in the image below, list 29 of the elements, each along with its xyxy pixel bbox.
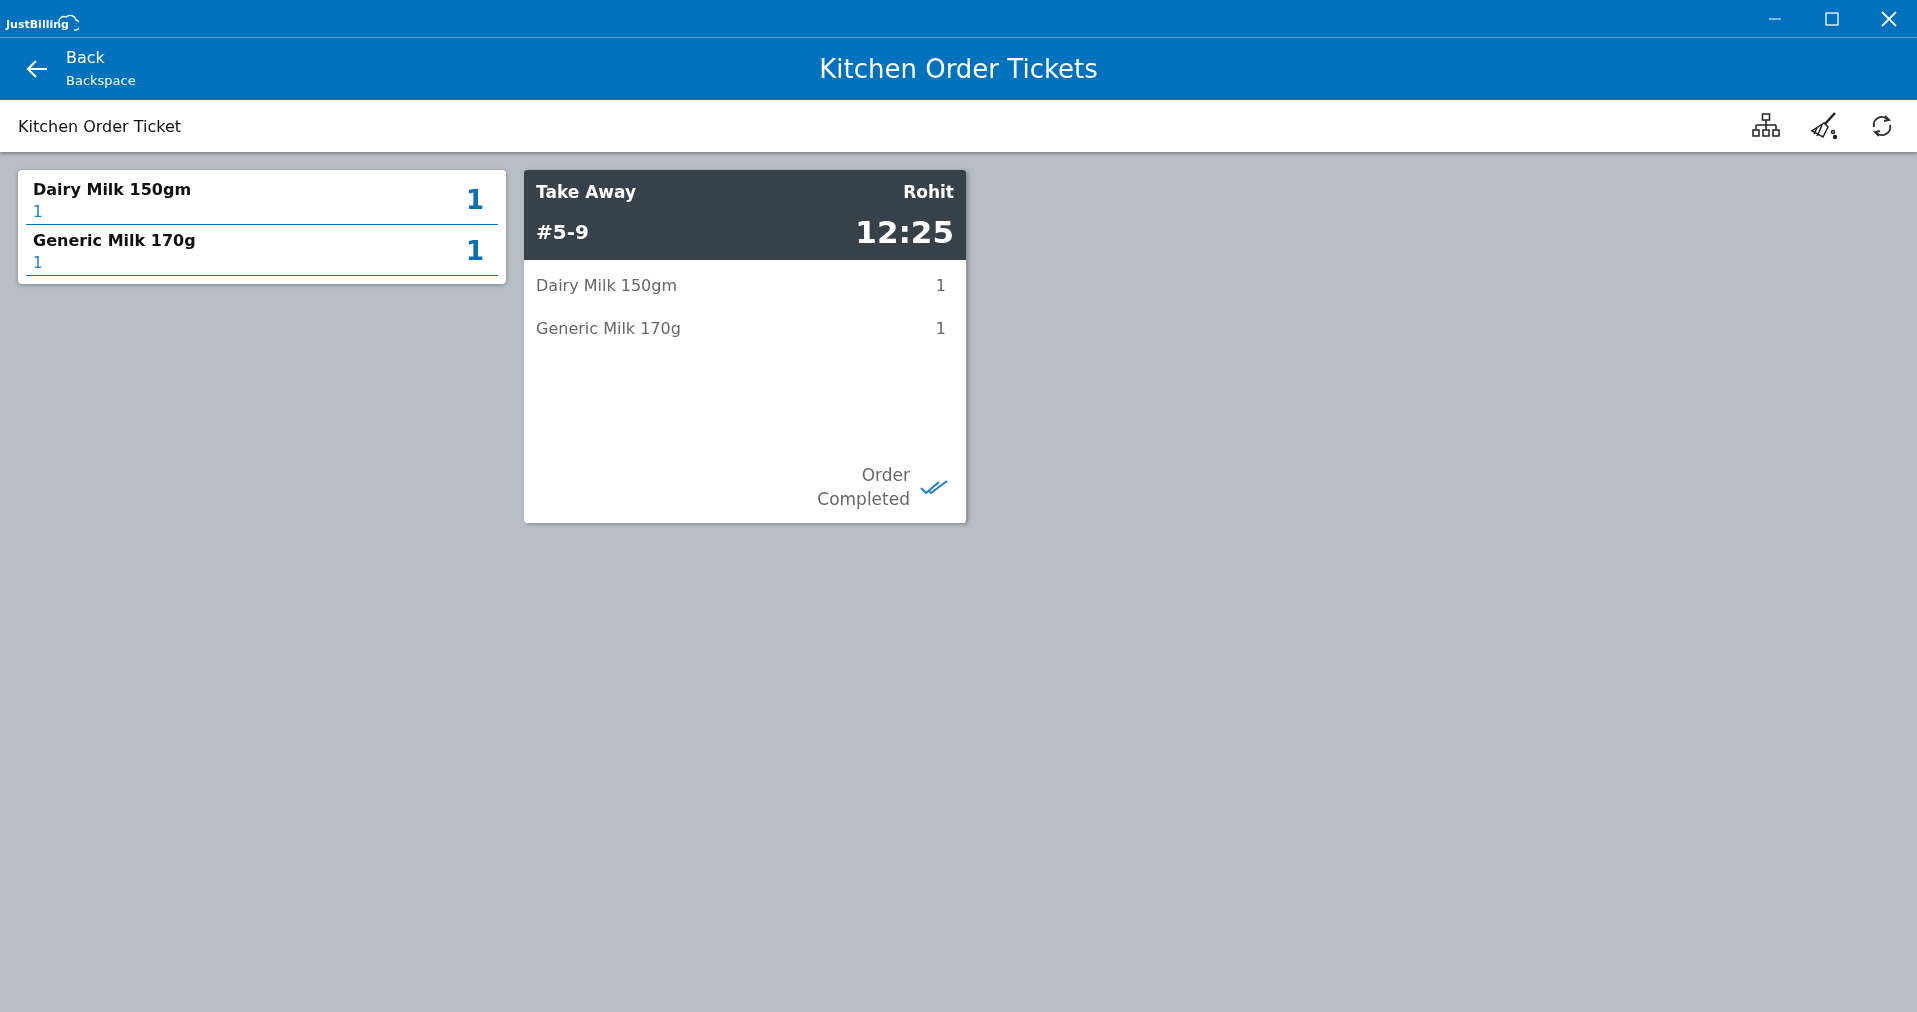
item-quantity: 1 bbox=[465, 236, 484, 266]
back-button[interactable]: Back Backspace bbox=[0, 46, 136, 92]
item-name: Dairy Milk 150gm bbox=[33, 179, 192, 201]
item-sub-quantity: 1 bbox=[33, 202, 44, 222]
maximize-icon bbox=[1824, 11, 1839, 26]
page-title: Kitchen Order Tickets bbox=[819, 54, 1098, 84]
broom-icon bbox=[1809, 112, 1839, 140]
hierarchy-icon bbox=[1752, 113, 1780, 139]
refresh-icon bbox=[1870, 113, 1894, 139]
shortcut-hint: Backspace bbox=[66, 72, 136, 90]
double-check-icon bbox=[920, 478, 948, 496]
item-name: Generic Milk 170g bbox=[33, 230, 196, 252]
app-logo: JustBilling bbox=[6, 6, 79, 31]
item-sub-quantity: 1 bbox=[33, 253, 44, 273]
order-status: Order Completed bbox=[816, 464, 910, 511]
order-type: Take Away bbox=[536, 182, 638, 202]
ticket-item-quantity: 1 bbox=[935, 276, 946, 295]
back-arrow-icon bbox=[26, 59, 48, 79]
order-number: #5-9 bbox=[536, 220, 590, 244]
minimize-icon bbox=[1767, 17, 1782, 20]
item-quantity: 1 bbox=[465, 185, 484, 215]
close-icon bbox=[1880, 10, 1897, 27]
order-time: 12:25 bbox=[855, 214, 954, 250]
ticket-item-name: Dairy Milk 150gm bbox=[536, 276, 678, 295]
waiter-name: Rohit bbox=[902, 182, 954, 202]
back-label: Back bbox=[66, 47, 106, 69]
ticket-item-name: Generic Milk 170g bbox=[536, 319, 681, 338]
toolbar-title: Kitchen Order Ticket bbox=[18, 116, 182, 136]
ticket-item-quantity: 1 bbox=[935, 319, 946, 338]
